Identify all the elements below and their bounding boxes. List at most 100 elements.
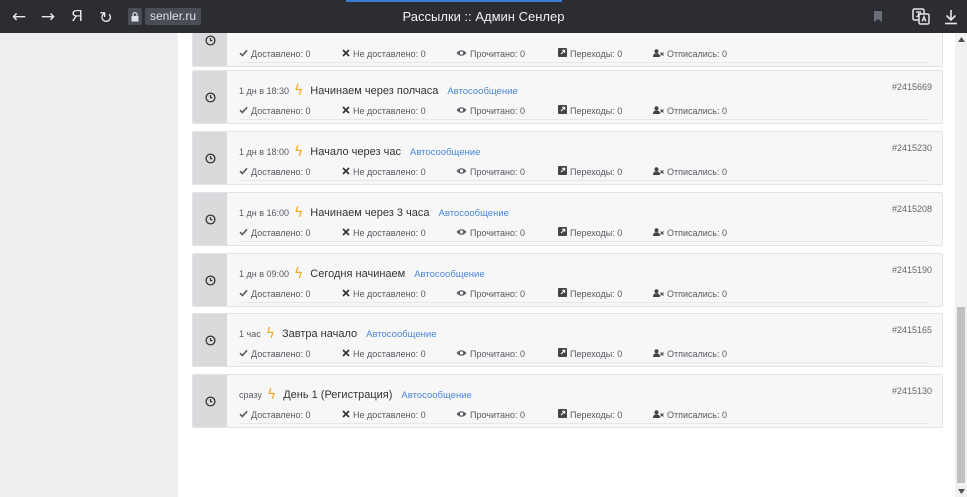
check-icon xyxy=(239,349,248,359)
message-id: #2415208 xyxy=(891,204,932,214)
scroll-down-arrow-icon[interactable] xyxy=(955,485,967,497)
messages-list: Доставлено: 0 Не доставлено: 0 Прочитано… xyxy=(178,33,955,497)
stat-delivered: Доставлено: 0 xyxy=(251,166,311,177)
clock-icon xyxy=(193,314,227,366)
message-type-link[interactable]: Автосообщение xyxy=(410,147,480,158)
stat-not-delivered: Не доставлено: 0 xyxy=(353,166,426,177)
message-card[interactable]: Доставлено: 0 Не доставлено: 0 Прочитано… xyxy=(192,33,943,67)
message-name[interactable]: Завтра начало xyxy=(282,328,357,340)
message-time: 1 дн в 18:00 xyxy=(239,147,290,157)
check-icon xyxy=(239,228,248,238)
message-time: 1 час xyxy=(239,329,261,339)
eye-icon xyxy=(456,349,467,359)
cross-icon xyxy=(342,48,350,59)
message-card[interactable]: сразу ϟ День 1 (Регистрация) Автосообщен… xyxy=(192,374,943,428)
yandex-button[interactable]: Я xyxy=(66,6,88,28)
lightning-icon: ϟ xyxy=(266,387,277,403)
stat-unsubscribed: Отписались: 0 xyxy=(667,348,728,359)
clock-icon xyxy=(193,132,227,184)
lock-icon xyxy=(128,8,142,25)
external-link-icon xyxy=(558,288,567,299)
message-time: 1 дн в 18:30 xyxy=(239,86,290,96)
divider xyxy=(239,180,928,181)
message-name[interactable]: Сегодня начинаем xyxy=(310,268,405,280)
message-type-link[interactable]: Автосообщение xyxy=(401,390,471,401)
cross-icon xyxy=(342,288,350,299)
lightning-icon: ϟ xyxy=(294,266,304,282)
stat-read: Прочитано: 0 xyxy=(470,348,526,359)
divider xyxy=(239,362,928,363)
message-card[interactable]: 1 час ϟ Завтра начало Автосообщение #241… xyxy=(192,313,943,367)
message-stats: Доставлено: 0 Не доставлено: 0 Прочитано… xyxy=(239,227,727,238)
message-stats: Доставлено: 0 Не доставлено: 0 Прочитано… xyxy=(239,166,727,177)
stat-unsubscribed: Отписались: 0 xyxy=(667,288,728,299)
clock-icon xyxy=(193,71,227,123)
message-header: 1 дн в 09:00 ϟ Сегодня начинаем Автосооб… xyxy=(239,266,485,282)
check-icon xyxy=(239,289,248,299)
reload-button[interactable]: ↻ xyxy=(95,6,117,28)
url-domain[interactable]: senler.ru xyxy=(145,8,202,25)
left-sidebar xyxy=(0,33,178,497)
message-name[interactable]: День 1 (Регистрация) xyxy=(283,389,392,401)
stat-not-delivered: Не доставлено: 0 xyxy=(353,348,426,359)
message-header: 1 дн в 16:00 ϟ Начинаем через 3 часа Авт… xyxy=(239,205,509,221)
message-stats: Доставлено: 0 Не доставлено: 0 Прочитано… xyxy=(239,348,727,359)
external-link-icon xyxy=(558,166,567,177)
message-card[interactable]: 1 дн в 18:00 ϟ Начало через час Автосооб… xyxy=(192,131,943,185)
divider xyxy=(239,62,928,63)
cross-icon xyxy=(342,409,350,420)
stat-clicks: Переходы: 0 xyxy=(570,48,623,59)
stat-clicks: Переходы: 0 xyxy=(570,288,623,299)
message-header: 1 час ϟ Завтра начало Автосообщение xyxy=(239,327,437,341)
message-card[interactable]: 1 дн в 18:30 ϟ Начинаем через полчаса Ав… xyxy=(192,70,943,124)
scroll-up-arrow-icon[interactable] xyxy=(955,33,967,45)
eye-icon xyxy=(456,49,467,59)
download-icon[interactable] xyxy=(940,6,962,28)
message-type-link[interactable]: Автосообщение xyxy=(366,329,436,340)
user-remove-icon xyxy=(653,227,664,238)
stat-clicks: Переходы: 0 xyxy=(570,166,623,177)
user-remove-icon xyxy=(653,288,664,299)
message-stats: Доставлено: 0 Не доставлено: 0 Прочитано… xyxy=(239,409,727,420)
external-link-icon xyxy=(558,48,567,59)
stat-clicks: Переходы: 0 xyxy=(570,105,623,116)
stat-read: Прочитано: 0 xyxy=(470,48,526,59)
message-type-link[interactable]: Автосообщение xyxy=(414,269,484,280)
stat-read: Прочитано: 0 xyxy=(470,227,526,238)
vertical-scrollbar[interactable] xyxy=(955,33,967,497)
translate-icon[interactable] xyxy=(910,6,932,28)
forward-button[interactable]: → xyxy=(37,6,59,28)
user-remove-icon xyxy=(653,166,664,177)
stat-not-delivered: Не доставлено: 0 xyxy=(353,105,426,116)
back-button[interactable]: ← xyxy=(8,6,30,28)
clock-icon xyxy=(193,193,227,245)
stat-not-delivered: Не доставлено: 0 xyxy=(353,227,426,238)
message-header: сразу ϟ День 1 (Регистрация) Автосообщен… xyxy=(239,387,472,403)
message-time: сразу xyxy=(239,390,262,400)
scrollbar-thumb[interactable] xyxy=(957,307,965,483)
message-type-link[interactable]: Автосообщение xyxy=(439,208,509,219)
stat-read: Прочитано: 0 xyxy=(470,105,526,116)
message-id: #2415165 xyxy=(891,325,932,335)
message-time: 1 дн в 16:00 xyxy=(239,208,290,218)
eye-icon xyxy=(456,228,467,238)
message-card[interactable]: 1 дн в 16:00 ϟ Начинаем через 3 часа Авт… xyxy=(192,192,943,246)
address-bar[interactable]: senler.ru xyxy=(128,7,202,26)
message-card[interactable]: 1 дн в 09:00 ϟ Сегодня начинаем Автосооб… xyxy=(192,253,943,307)
message-name[interactable]: Начало через час xyxy=(310,146,401,158)
eye-icon xyxy=(456,410,467,420)
cross-icon xyxy=(342,348,350,359)
eye-icon xyxy=(456,289,467,299)
stat-read: Прочитано: 0 xyxy=(470,166,526,177)
message-id: #2415130 xyxy=(891,386,932,396)
message-stats: Доставлено: 0 Не доставлено: 0 Прочитано… xyxy=(239,48,727,59)
stat-not-delivered: Не доставлено: 0 xyxy=(353,48,426,59)
message-name[interactable]: Начинаем через полчаса xyxy=(310,85,438,97)
lightning-icon: ϟ xyxy=(294,205,304,221)
message-name[interactable]: Начинаем через 3 часа xyxy=(310,207,429,219)
message-type-link[interactable]: Автосообщение xyxy=(447,86,517,97)
user-remove-icon xyxy=(653,105,664,116)
stat-unsubscribed: Отписались: 0 xyxy=(667,48,728,59)
bookmark-icon[interactable] xyxy=(873,10,883,23)
external-link-icon xyxy=(558,348,567,359)
